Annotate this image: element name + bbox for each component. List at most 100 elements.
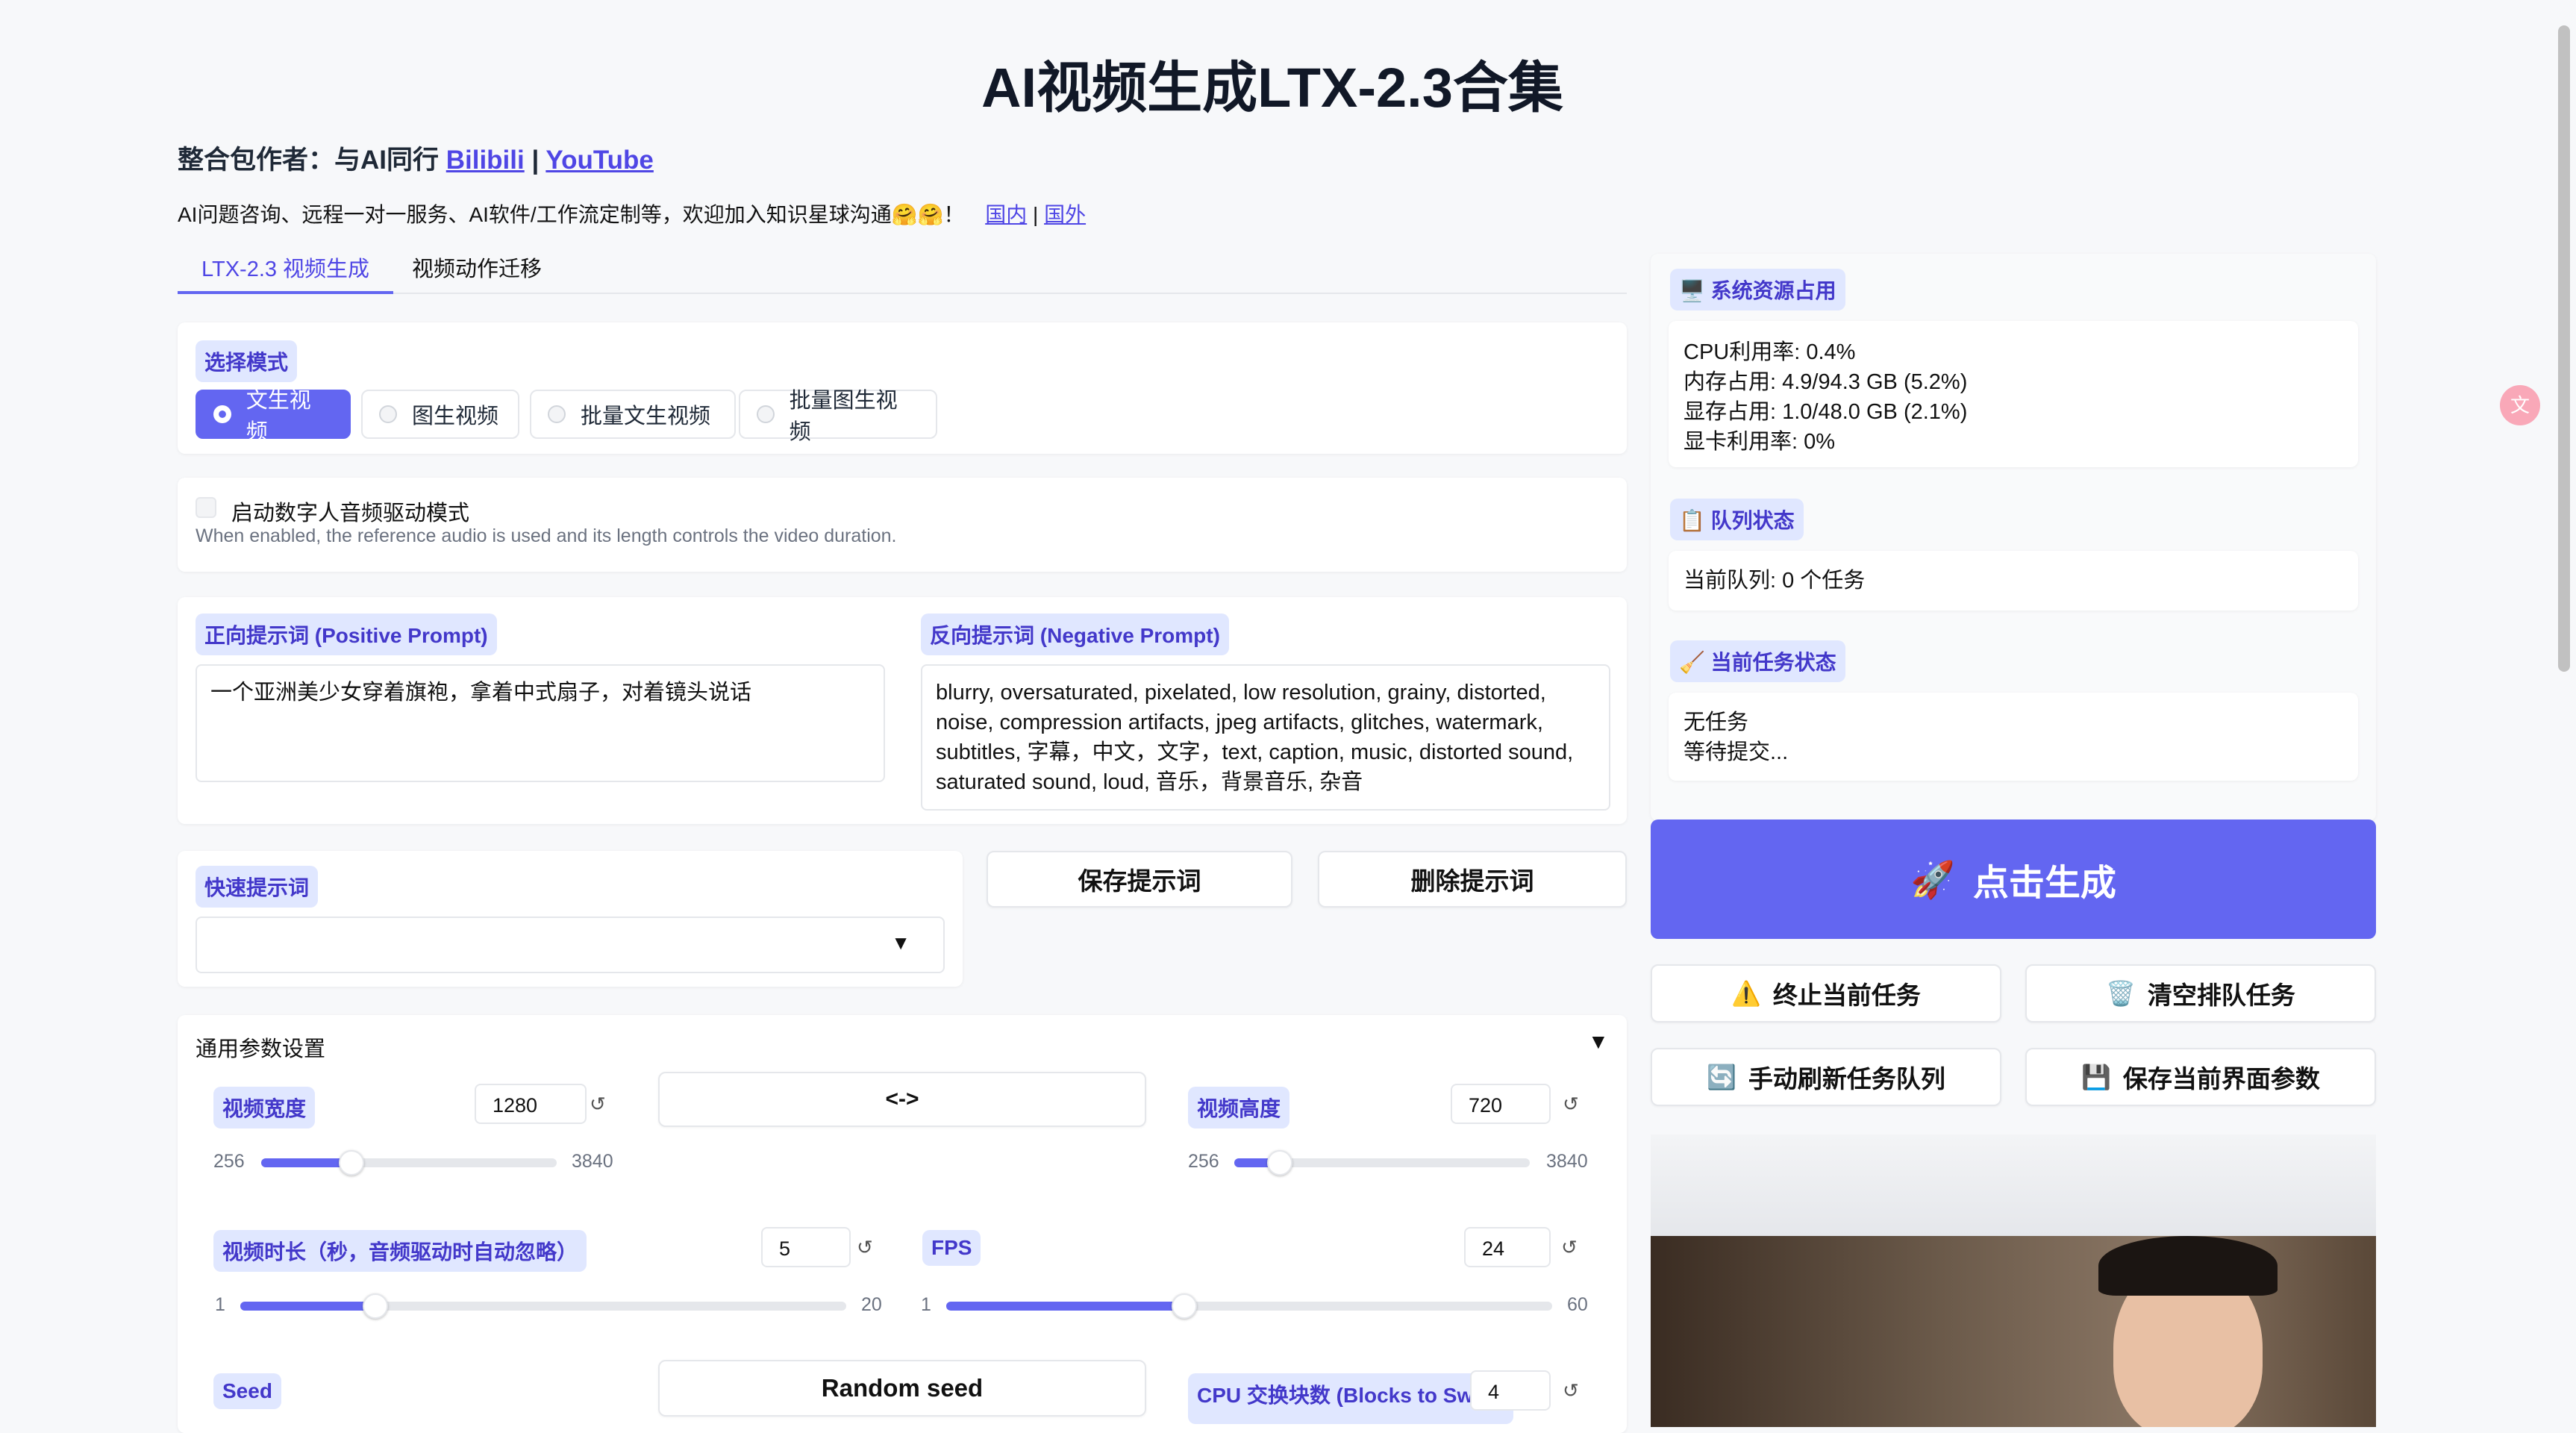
audio-driven-label: 启动数字人音频驱动模式 <box>231 502 470 525</box>
floppy-disk-icon: 💾 <box>2081 1064 2111 1090</box>
delete-prompt-button[interactable]: 删除提示词 <box>1318 851 1627 908</box>
mode-option-text-to-video[interactable]: 文生视频 <box>196 389 351 444</box>
page-title: AI视频生成LTX-2.3合集 <box>981 57 1563 119</box>
fps-label: FPS <box>922 1230 981 1266</box>
system-resources-box: CPU利用率: 0.4% 内存占用: 4.9/94.3 GB (5.2%) 显存… <box>1669 321 2358 467</box>
chevron-down-icon: ▼ <box>891 931 910 954</box>
youtube-link[interactable]: YouTube <box>545 146 654 175</box>
audio-driven-checkbox[interactable] <box>196 497 216 518</box>
radio-dot <box>757 405 775 423</box>
refresh-icon: 🔄 <box>1707 1064 1736 1090</box>
width-min: 256 <box>213 1151 245 1172</box>
reset-icon[interactable]: ↺ <box>857 1227 873 1267</box>
overseas-link[interactable]: 国外 <box>1044 203 1086 226</box>
fps-min: 1 <box>921 1294 931 1315</box>
reset-icon[interactable]: ↺ <box>1561 1227 1578 1267</box>
duration-input[interactable]: 5 <box>761 1227 851 1267</box>
rocket-icon: 🚀 <box>1910 860 1955 900</box>
height-min: 256 <box>1188 1151 1219 1172</box>
duration-label: 视频时长（秒，音频驱动时自动忽略） <box>213 1230 587 1272</box>
author-line: 整合包作者：与AI同行 Bilibili | YouTube <box>178 139 654 177</box>
duration-slider-fill <box>240 1302 375 1311</box>
stop-task-label: 终止当前任务 <box>1772 981 1921 1009</box>
author-separator: | <box>524 146 546 175</box>
negative-prompt-label: 反向提示词 (Negative Prompt) <box>921 614 1229 655</box>
video-placeholder-bar <box>1651 1134 2376 1236</box>
clipboard-icon: 📋 <box>1679 509 1705 532</box>
queue-status-label: 📋 队列状态 <box>1670 499 1804 540</box>
duration-number: 5 ↺ <box>761 1227 892 1267</box>
duration-slider[interactable] <box>240 1293 846 1319</box>
info-text: AI问题咨询、远程一对一服务、AI软件/工作流定制等，欢迎加入知识星球沟通🤗🤗！ <box>178 203 965 226</box>
mode-label: 选择模式 <box>196 340 298 382</box>
duration-min: 1 <box>215 1294 225 1315</box>
reset-icon[interactable]: ↺ <box>590 1084 606 1124</box>
fps-max: 60 <box>1567 1294 1588 1315</box>
collapse-toggle-icon[interactable]: ▼ <box>1588 1030 1609 1054</box>
positive-prompt-label: 正向提示词 (Positive Prompt) <box>196 614 497 655</box>
save-params-label: 保存当前界面参数 <box>2122 1065 2320 1093</box>
width-input[interactable]: 1280 <box>475 1084 587 1124</box>
radio-dot <box>213 405 231 423</box>
height-slider-thumb[interactable] <box>1267 1150 1292 1176</box>
refresh-queue-button[interactable]: 🔄 手动刷新任务队列 <box>1651 1048 2001 1106</box>
broom-icon: 🧹 <box>1679 651 1705 674</box>
duration-slider-thumb[interactable] <box>363 1293 388 1319</box>
tab-ltx-video[interactable]: LTX-2.3 视频生成 <box>178 248 394 294</box>
negative-prompt-input[interactable]: blurry, oversaturated, pixelated, low re… <box>921 664 1610 811</box>
swap-dimensions-button[interactable]: <-> <box>658 1072 1146 1127</box>
mode-option-label: 图生视频 <box>412 405 499 428</box>
fps-input[interactable]: 24 <box>1464 1227 1551 1267</box>
height-label: 视频高度 <box>1188 1087 1290 1128</box>
width-slider-thumb[interactable] <box>339 1150 364 1176</box>
system-resources-label-text: 系统资源占用 <box>1710 279 1836 302</box>
memory-usage: 内存占用: 4.9/94.3 GB (5.2%) <box>1684 370 1968 394</box>
radio-dot <box>548 405 566 423</box>
domestic-link[interactable]: 国内 <box>985 203 1027 226</box>
height-max: 3840 <box>1546 1151 1588 1172</box>
bilibili-link[interactable]: Bilibili <box>446 146 525 175</box>
video-preview[interactable] <box>1651 1236 2376 1427</box>
generate-button[interactable]: 🚀 点击生成 <box>1651 819 2376 939</box>
width-label: 视频宽度 <box>213 1087 316 1128</box>
fps-slider-thumb[interactable] <box>1172 1293 1197 1319</box>
fps-slider-fill <box>946 1302 1184 1311</box>
task-status-label: 🧹 当前任务状态 <box>1670 640 1845 682</box>
save-prompt-button[interactable]: 保存提示词 <box>987 851 1292 908</box>
clear-queue-label: 清空排队任务 <box>2147 981 2295 1009</box>
random-seed-button[interactable]: Random seed <box>658 1360 1146 1417</box>
height-input[interactable]: 720 <box>1451 1084 1551 1124</box>
translate-icon[interactable]: 文 <box>2500 385 2540 425</box>
stop-task-button[interactable]: ⚠️ 终止当前任务 <box>1651 964 2001 1023</box>
mode-option-batch-image-to-video[interactable]: 批量图生视频 <box>739 389 937 444</box>
fps-number: 24 ↺ <box>1464 1227 1592 1267</box>
fps-slider[interactable] <box>946 1293 1552 1319</box>
save-params-button[interactable]: 💾 保存当前界面参数 <box>2025 1048 2376 1106</box>
width-slider[interactable] <box>261 1150 557 1176</box>
audio-driven-hint: When enabled, the reference audio is use… <box>196 525 897 546</box>
blocks-to-swap-input[interactable]: 4 <box>1470 1370 1551 1411</box>
general-params-title: 通用参数设置 <box>196 1037 326 1061</box>
quick-prompt-dropdown[interactable]: ▼ <box>196 917 945 973</box>
task-status-line1: 无任务 <box>1684 711 1749 734</box>
cpu-usage: CPU利用率: 0.4% <box>1684 340 1856 364</box>
positive-prompt-input[interactable]: 一个亚洲美少女穿着旗袍，拿着中式扇子，对着镜头说话 <box>196 664 885 782</box>
reset-icon[interactable]: ↺ <box>1563 1084 1579 1124</box>
info-separator: | <box>1027 203 1045 226</box>
width-slider-fill <box>261 1158 351 1167</box>
mode-option-batch-text-to-video[interactable]: 批量文生视频 <box>530 390 736 439</box>
height-slider[interactable] <box>1234 1150 1530 1176</box>
task-status-label-text: 当前任务状态 <box>1710 651 1836 674</box>
clear-queue-button[interactable]: 🗑️ 清空排队任务 <box>2025 964 2376 1023</box>
tab-motion-transfer[interactable]: 视频动作迁移 <box>388 248 566 291</box>
queue-count: 当前队列: 0 个任务 <box>1684 569 1866 593</box>
reset-icon[interactable]: ↺ <box>1563 1370 1579 1411</box>
monitor-icon: 🖥️ <box>1679 279 1705 302</box>
page-scrollbar[interactable] <box>2558 25 2570 672</box>
quick-prompt-label: 快速提示词 <box>196 866 319 908</box>
mode-option-image-to-video[interactable]: 图生视频 <box>361 390 519 439</box>
queue-status-box: 当前队列: 0 个任务 <box>1669 551 2358 611</box>
radio-dot <box>379 405 397 423</box>
video-hair-shape <box>2098 1236 2278 1296</box>
width-max: 3840 <box>572 1151 613 1172</box>
